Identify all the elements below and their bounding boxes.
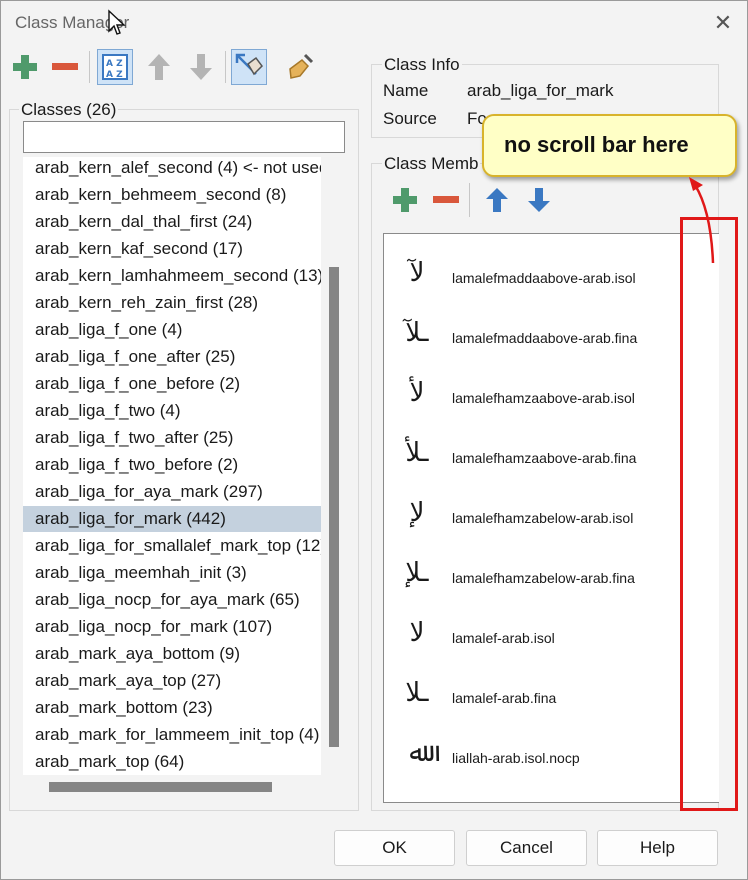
toolbar-separator: [469, 183, 470, 217]
class-list-horizontal-scrollbar[interactable]: [49, 782, 272, 792]
source-label: Source: [383, 109, 437, 128]
pick-glyphs-button[interactable]: [231, 49, 267, 85]
close-button[interactable]: ✕: [709, 9, 737, 37]
member-list-item[interactable]: ﷲ liallah-arab.isol.nocp: [384, 724, 719, 784]
class-list-item[interactable]: arab_liga_for_mark (442): [23, 506, 321, 532]
glyph-name: lamalef-arab.isol: [452, 630, 555, 646]
svg-text:A Z: A Z: [106, 70, 123, 80]
minus-icon: [433, 196, 459, 203]
glyph-name: lamalefhamzabelow-arab.isol: [452, 510, 634, 526]
glyph-name: lamalefhamzaabove-arab.fina: [452, 450, 637, 466]
glyph-preview: لإ: [409, 498, 425, 528]
cancel-button[interactable]: Cancel: [466, 830, 587, 866]
plus-icon: [13, 55, 37, 79]
member-list-item[interactable]: لآ lamalefmaddaabove-arab.isol: [384, 244, 719, 304]
mouse-cursor-icon: [108, 9, 126, 35]
class-list-item[interactable]: arab_kern_dal_thal_first (24): [23, 209, 321, 235]
class-list-item[interactable]: arab_liga_nocp_for_mark (107): [23, 614, 321, 640]
class-list-item[interactable]: arab_liga_f_two_after (25): [23, 425, 321, 451]
glyph-name: lamalefhamzaabove-arab.isol: [452, 390, 635, 406]
move-up-button[interactable]: [141, 49, 177, 85]
member-list-item[interactable]: ـلآ lamalefmaddaabove-arab.fina: [384, 304, 719, 364]
help-button[interactable]: Help: [597, 830, 718, 866]
glyph-preview: ـلإ: [405, 558, 429, 588]
ok-button[interactable]: OK: [334, 830, 455, 866]
toolbar-separator: [89, 51, 90, 83]
arrow-down-icon: [190, 54, 212, 80]
minus-icon: [52, 63, 78, 70]
class-list-item[interactable]: arab_liga_f_two_before (2): [23, 452, 321, 478]
toolbar-separator: [225, 51, 226, 83]
arrow-up-icon: [486, 188, 508, 212]
member-list-item[interactable]: ـلا lamalef-arab.fina: [384, 664, 719, 724]
class-list-vertical-scrollbar[interactable]: [329, 267, 339, 747]
sort-az-icon: A Z A Z: [102, 54, 128, 80]
glyph-preview: لأ: [409, 378, 425, 408]
class-members-list[interactable]: لآ lamalefmaddaabove-arab.isol ـلآ lamalefm…: [383, 233, 719, 803]
class-filter-input[interactable]: [23, 121, 345, 153]
glyph-preview: لآ: [409, 258, 425, 288]
broom-icon: [289, 53, 314, 79]
arrow-down-icon: [528, 188, 550, 212]
class-list-item[interactable]: arab_mark_aya_top (27): [23, 668, 321, 694]
remove-member-button[interactable]: [428, 182, 464, 218]
class-list-item[interactable]: arab_mark_top (64): [23, 749, 321, 775]
glyph-preview: ـلآ: [405, 318, 429, 348]
name-label: Name: [383, 81, 429, 100]
class-list-item[interactable]: arab_mark_aya_bottom (9): [23, 641, 321, 667]
glyph-name: lamalefmaddaabove-arab.fina: [452, 330, 638, 346]
member-list-item[interactable]: ـلأ lamalefhamzaabove-arab.fina: [384, 424, 719, 484]
class-name-value: arab_liga_for_mark: [467, 81, 614, 100]
glyph-name: lamalefmaddaabove-arab.isol: [452, 270, 636, 286]
member-move-down-button[interactable]: [521, 182, 557, 218]
classes-label: Classes (26): [19, 100, 119, 120]
class-list-item[interactable]: arab_kern_behmeem_second (8): [23, 182, 321, 208]
class-list-item[interactable]: arab_liga_meemhah_init (3): [23, 560, 321, 586]
class-list-item[interactable]: arab_kern_kaf_second (17): [23, 236, 321, 262]
class-members-label: Class Memb: [382, 154, 481, 174]
clear-button[interactable]: [283, 49, 319, 85]
class-list-item[interactable]: arab_liga_for_smallalef_mark_top (12): [23, 533, 321, 559]
class-list-item[interactable]: arab_kern_lamhahmeem_second (13): [23, 263, 321, 289]
arrow-up-icon: [148, 54, 170, 80]
annotation-text: no scroll bar here: [504, 132, 689, 157]
class-list-item[interactable]: arab_kern_reh_zain_first (28): [23, 290, 321, 316]
glyph-preview: ـلا: [405, 678, 429, 708]
class-list[interactable]: arab_kern_alef_second (4) <- not used ara…: [23, 157, 321, 775]
class-list-item[interactable]: arab_mark_bottom (23): [23, 695, 321, 721]
glyph-name: lamalefhamzabelow-arab.fina: [452, 570, 635, 586]
member-list-item[interactable]: لا lamalef-arab.isol: [384, 604, 719, 664]
glyph-name: lamalef-arab.fina: [452, 690, 557, 706]
glyph-preview: ـلأ: [405, 438, 429, 468]
add-member-button[interactable]: [387, 182, 423, 218]
add-class-button[interactable]: [7, 49, 43, 85]
glyph-name: liallah-arab.isol.nocp: [452, 750, 580, 766]
glyph-preview: ﷲ: [409, 738, 425, 768]
class-list-item[interactable]: arab_liga_f_one_after (25): [23, 344, 321, 370]
class-info-label: Class Info: [382, 55, 462, 75]
class-manager-window: Class Manager ✕ A Z A Z Classes (26) ara…: [0, 0, 748, 880]
class-list-item[interactable]: arab_liga_for_aya_mark (297): [23, 479, 321, 505]
member-list-item[interactable]: لأ lamalefhamzaabove-arab.isol: [384, 364, 719, 424]
member-move-up-button[interactable]: [479, 182, 515, 218]
annotation-highlight-box: [680, 217, 738, 811]
class-list-item[interactable]: arab_kern_alef_second (4) <- not used: [23, 157, 321, 181]
glyph-preview: لا: [409, 618, 425, 648]
remove-class-button[interactable]: [47, 49, 83, 85]
class-list-item[interactable]: arab_liga_f_one_before (2): [23, 371, 321, 397]
class-list-item[interactable]: arab_liga_f_one (4): [23, 317, 321, 343]
class-list-item[interactable]: arab_liga_f_two (4): [23, 398, 321, 424]
annotation-callout: no scroll bar here: [482, 114, 737, 177]
class-list-item[interactable]: arab_liga_nocp_for_aya_mark (65): [23, 587, 321, 613]
class-list-item[interactable]: arab_mark_for_lammeem_init_top (4): [23, 722, 321, 748]
sort-button[interactable]: A Z A Z: [97, 49, 133, 85]
member-list-item[interactable]: لإ lamalefhamzabelow-arab.isol: [384, 484, 719, 544]
picker-icon: [235, 53, 263, 76]
svg-text:A Z: A Z: [106, 59, 123, 69]
plus-icon: [393, 188, 417, 212]
member-list-item[interactable]: ـلإ lamalefhamzabelow-arab.fina: [384, 544, 719, 604]
move-down-button[interactable]: [183, 49, 219, 85]
